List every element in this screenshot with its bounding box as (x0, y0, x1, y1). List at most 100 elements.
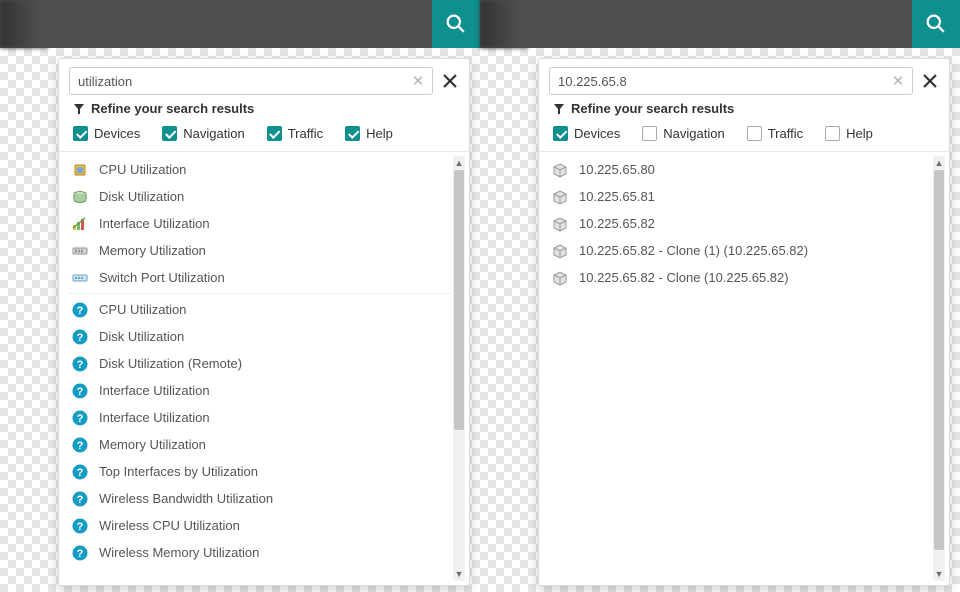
search-button[interactable] (912, 0, 960, 48)
filter-help[interactable]: Help (825, 126, 873, 141)
filter-navigation[interactable]: Navigation (162, 126, 244, 141)
result-label: Interface Utilization (99, 383, 210, 398)
result-label: Wireless CPU Utilization (99, 518, 240, 533)
topbar (480, 0, 960, 48)
result-label: CPU Utilization (99, 302, 186, 317)
filter-label: Help (366, 126, 393, 141)
topbar (0, 0, 480, 48)
result-row[interactable]: Wireless Memory Utilization (69, 539, 451, 566)
result-label: Switch Port Utilization (99, 270, 225, 285)
filter-devices[interactable]: Devices (553, 126, 620, 141)
result-label: Memory Utilization (99, 437, 206, 452)
separator (69, 293, 451, 294)
search-input[interactable]: utilization (78, 74, 410, 89)
result-row[interactable]: Memory Utilization (69, 237, 451, 264)
result-label: Wireless Bandwidth Utilization (99, 491, 273, 506)
help-icon (71, 409, 89, 427)
filter-help[interactable]: Help (345, 126, 393, 141)
result-label: Interface Utilization (99, 410, 210, 425)
filter-devices[interactable]: Devices (73, 126, 140, 141)
result-label: 10.225.65.81 (579, 189, 655, 204)
result-row[interactable]: Disk Utilization (69, 323, 451, 350)
scrollbar[interactable]: ▲ ▼ (453, 156, 465, 581)
result-label: 10.225.65.82 - Clone (1) (10.225.65.82) (579, 243, 808, 258)
result-row[interactable]: Wireless CPU Utilization (69, 512, 451, 539)
result-label: Memory Utilization (99, 243, 206, 258)
help-icon (71, 517, 89, 535)
disk-icon (71, 188, 89, 206)
help-icon (71, 355, 89, 373)
result-row[interactable]: Switch Port Utilization (69, 264, 451, 291)
filter-label: Navigation (663, 126, 724, 141)
help-icon (71, 328, 89, 346)
result-label: 10.225.65.82 - Clone (10.225.65.82) (579, 270, 789, 285)
filter-label: Navigation (183, 126, 244, 141)
filter-label: Traffic (288, 126, 323, 141)
scroll-thumb[interactable] (934, 170, 944, 550)
results-list: 10.225.65.80 10.225.65.81 10.225.65.82 (549, 156, 931, 581)
result-row[interactable]: Disk Utilization (69, 183, 451, 210)
help-icon (71, 544, 89, 562)
filter-label: Help (846, 126, 873, 141)
search-dropdown: utilization ✕ Refine your search results… (58, 58, 470, 586)
filter-navigation[interactable]: Navigation (642, 126, 724, 141)
result-row[interactable]: 10.225.65.82 (549, 210, 931, 237)
help-icon (71, 382, 89, 400)
device-icon (551, 161, 569, 179)
filter-label: Devices (574, 126, 620, 141)
result-row[interactable]: Memory Utilization (69, 431, 451, 458)
result-row[interactable]: 10.225.65.81 (549, 183, 931, 210)
checkbox-icon (73, 126, 88, 141)
result-label: Disk Utilization (Remote) (99, 356, 242, 371)
search-dropdown: 10.225.65.8 ✕ Refine your search results… (538, 58, 950, 586)
checkbox-icon (825, 126, 840, 141)
result-row[interactable]: 10.225.65.82 - Clone (10.225.65.82) (549, 264, 931, 291)
scroll-thumb[interactable] (454, 170, 464, 430)
result-row[interactable]: CPU Utilization (69, 296, 451, 323)
checkbox-icon (553, 126, 568, 141)
device-icon (551, 215, 569, 233)
search-button[interactable] (432, 0, 480, 48)
result-label: 10.225.65.80 (579, 162, 655, 177)
filter-traffic[interactable]: Traffic (267, 126, 323, 141)
help-icon (71, 436, 89, 454)
result-row[interactable]: Interface Utilization (69, 404, 451, 431)
refine-label: Refine your search results (59, 95, 469, 118)
scroll-up-icon[interactable]: ▲ (933, 156, 945, 170)
result-label: Disk Utilization (99, 189, 184, 204)
scroll-down-icon[interactable]: ▼ (453, 567, 465, 581)
result-row[interactable]: 10.225.65.80 (549, 156, 931, 183)
close-icon[interactable] (921, 72, 939, 90)
checkbox-icon (345, 126, 360, 141)
results-list: CPU Utilization Disk Utilization Interfa… (69, 156, 451, 581)
mem-icon (71, 242, 89, 260)
result-row[interactable]: Wireless Bandwidth Utilization (69, 485, 451, 512)
result-row[interactable]: CPU Utilization (69, 156, 451, 183)
filter-label: Devices (94, 126, 140, 141)
result-row[interactable]: Disk Utilization (Remote) (69, 350, 451, 377)
close-icon[interactable] (441, 72, 459, 90)
scroll-down-icon[interactable]: ▼ (933, 567, 945, 581)
result-label: Disk Utilization (99, 329, 184, 344)
filter-label: Traffic (768, 126, 803, 141)
filter-traffic[interactable]: Traffic (747, 126, 803, 141)
result-row[interactable]: Top Interfaces by Utilization (69, 458, 451, 485)
device-icon (551, 188, 569, 206)
iface-icon (71, 215, 89, 233)
filter-icon (553, 103, 565, 115)
cpu-icon (71, 161, 89, 179)
result-label: Wireless Memory Utilization (99, 545, 259, 560)
checkbox-icon (162, 126, 177, 141)
result-row[interactable]: Interface Utilization (69, 377, 451, 404)
device-icon (551, 269, 569, 287)
result-row[interactable]: 10.225.65.82 - Clone (1) (10.225.65.82) (549, 237, 931, 264)
result-row[interactable]: Interface Utilization (69, 210, 451, 237)
clear-input-icon[interactable]: ✕ (890, 73, 906, 89)
refine-label: Refine your search results (539, 95, 949, 118)
scroll-up-icon[interactable]: ▲ (453, 156, 465, 170)
result-label: Top Interfaces by Utilization (99, 464, 258, 479)
scrollbar[interactable]: ▲ ▼ (933, 156, 945, 581)
search-input[interactable]: 10.225.65.8 (558, 74, 890, 89)
checkbox-icon (642, 126, 657, 141)
clear-input-icon[interactable]: ✕ (410, 73, 426, 89)
